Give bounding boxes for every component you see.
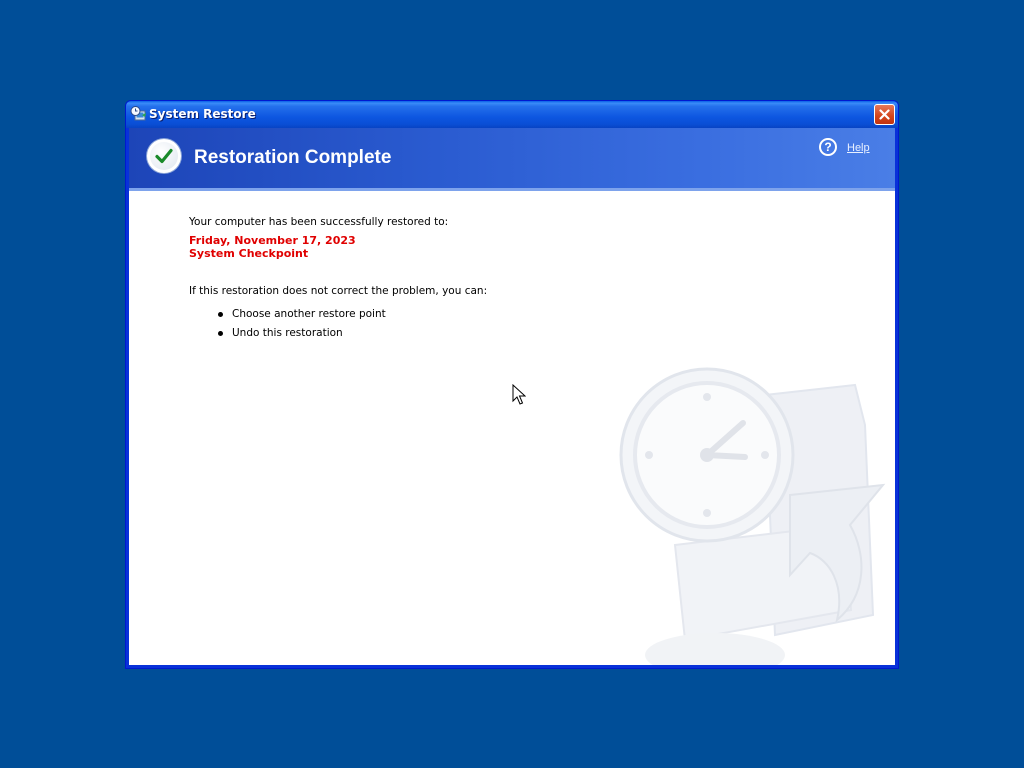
page-title: Restoration Complete (194, 147, 392, 168)
check-icon (155, 148, 173, 164)
mouse-pointer-icon (512, 384, 526, 405)
option-label: Undo this restoration (232, 327, 343, 339)
bullet-icon (218, 331, 223, 336)
option-undo-restoration: Undo this restoration (189, 324, 689, 343)
restore-details: Your computer has been successfully rest… (189, 216, 689, 343)
clock-restore-watermark (619, 367, 886, 665)
help-link[interactable]: Help (847, 142, 870, 154)
restore-point-name: System Checkpoint (189, 247, 309, 260)
close-button[interactable] (874, 104, 895, 125)
problem-instructions: If this restoration does not correct the… (189, 285, 488, 297)
options-list: Choose another restore point Undo this r… (189, 305, 689, 343)
option-label: Choose another restore point (232, 308, 386, 320)
bullet-icon (218, 312, 223, 317)
status-check-badge (147, 139, 181, 173)
system-restore-icon (130, 106, 146, 121)
help-icon[interactable]: ? (819, 138, 837, 156)
restore-date: Friday, November 17, 2023 (189, 234, 356, 247)
window-title: System Restore (149, 107, 256, 121)
restored-to-label: Your computer has been successfully rest… (189, 216, 449, 228)
title-bar[interactable]: System Restore (126, 101, 898, 128)
header-band: Restoration Complete ? Help (129, 128, 895, 191)
close-icon (879, 109, 890, 120)
option-choose-another-restore-point: Choose another restore point (189, 305, 689, 324)
